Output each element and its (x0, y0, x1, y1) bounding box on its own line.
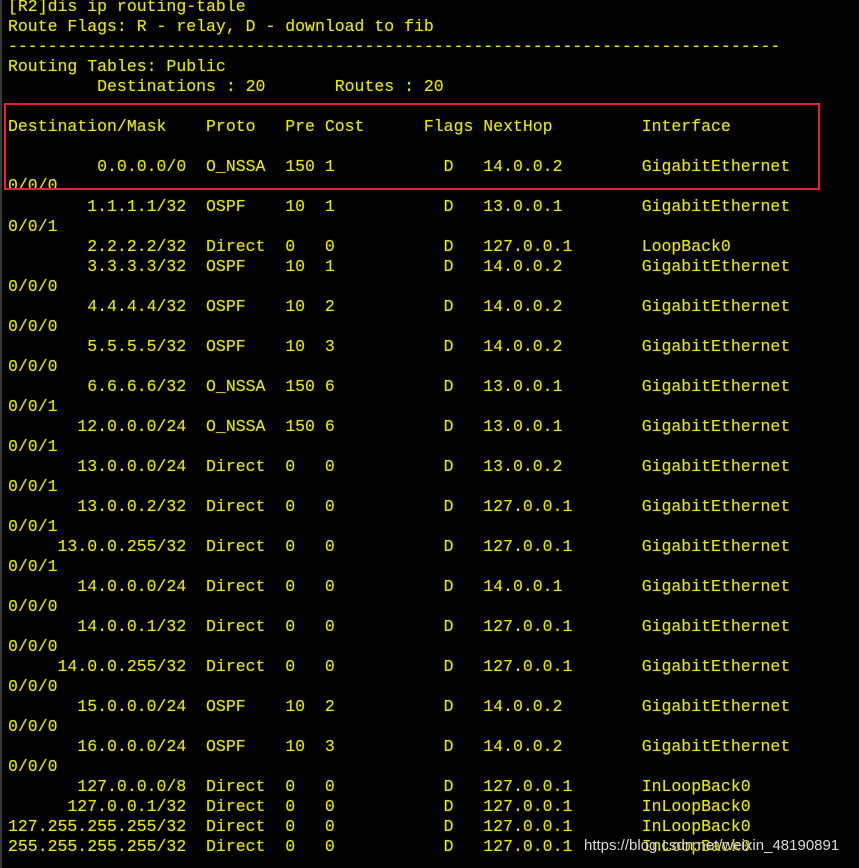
table-row: 14.0.0.255/32 Direct 0 0 D 127.0.0.1 Gig… (8, 657, 791, 676)
routing-summary: Destinations : 20 Routes : 20 (8, 77, 444, 96)
table-header: Destination/Mask Proto Pre Cost Flags Ne… (8, 117, 731, 136)
interface-continuation: 0/0/1 (8, 217, 58, 236)
table-row: 5.5.5.5/32 OSPF 10 3 D 14.0.0.2 GigabitE… (8, 337, 791, 356)
interface-continuation: 0/0/1 (8, 557, 58, 576)
interface-continuation: 0/0/0 (8, 717, 58, 736)
route-flags-legend: Route Flags: R - relay, D - download to … (8, 17, 434, 36)
watermark: https://blog.csdn.net/weixin_48190891 (584, 837, 840, 854)
table-row: 13.0.0.255/32 Direct 0 0 D 127.0.0.1 Gig… (8, 537, 791, 556)
table-row: 3.3.3.3/32 OSPF 10 1 D 14.0.0.2 GigabitE… (8, 257, 791, 276)
table-row: 16.0.0.0/24 OSPF 10 3 D 14.0.0.2 Gigabit… (8, 737, 791, 756)
interface-continuation: 0/0/1 (8, 477, 58, 496)
interface-continuation: 0/0/0 (8, 317, 58, 336)
terminal-window[interactable]: [R2]dis ip routing-table Route Flags: R … (0, 0, 859, 868)
separator-line: ----------------------------------------… (8, 37, 781, 56)
table-row: 15.0.0.0/24 OSPF 10 2 D 14.0.0.2 Gigabit… (8, 697, 791, 716)
table-row: 4.4.4.4/32 OSPF 10 2 D 14.0.0.2 GigabitE… (8, 297, 791, 316)
table-row: 13.0.0.0/24 Direct 0 0 D 13.0.0.2 Gigabi… (8, 457, 791, 476)
interface-continuation: 0/0/0 (8, 637, 58, 656)
interface-continuation: 0/0/1 (8, 437, 58, 456)
table-row: 127.255.255.255/32 Direct 0 0 D 127.0.0.… (8, 817, 751, 836)
interface-continuation: 0/0/0 (8, 677, 58, 696)
table-row: 13.0.0.2/32 Direct 0 0 D 127.0.0.1 Gigab… (8, 497, 791, 516)
interface-continuation: 0/0/0 (8, 597, 58, 616)
table-row: 14.0.0.0/24 Direct 0 0 D 14.0.0.1 Gigabi… (8, 577, 791, 596)
table-row: 2.2.2.2/32 Direct 0 0 D 127.0.0.1 LoopBa… (8, 237, 731, 256)
table-row: 12.0.0.0/24 O_NSSA 150 6 D 13.0.0.1 Giga… (8, 417, 791, 436)
interface-continuation: 0/0/1 (8, 517, 58, 536)
table-row: 14.0.0.1/32 Direct 0 0 D 127.0.0.1 Gigab… (8, 617, 791, 636)
interface-continuation: 0/0/0 (8, 176, 58, 195)
table-row: 6.6.6.6/32 O_NSSA 150 6 D 13.0.0.1 Gigab… (8, 377, 791, 396)
interface-continuation: 0/0/0 (8, 757, 58, 776)
table-row: 127.0.0.0/8 Direct 0 0 D 127.0.0.1 InLoo… (8, 777, 751, 796)
table-row: 127.0.0.1/32 Direct 0 0 D 127.0.0.1 InLo… (8, 797, 751, 816)
interface-continuation: 0/0/1 (8, 397, 58, 416)
interface-continuation: 0/0/0 (8, 357, 58, 376)
command-line: [R2]dis ip routing-table (8, 0, 246, 16)
table-row: 1.1.1.1/32 OSPF 10 1 D 13.0.0.1 GigabitE… (8, 197, 791, 216)
routing-tables-label: Routing Tables: Public (8, 57, 226, 76)
table-row: 0.0.0.0/0 O_NSSA 150 1 D 14.0.0.2 Gigabi… (8, 157, 791, 176)
interface-continuation: 0/0/0 (8, 277, 58, 296)
